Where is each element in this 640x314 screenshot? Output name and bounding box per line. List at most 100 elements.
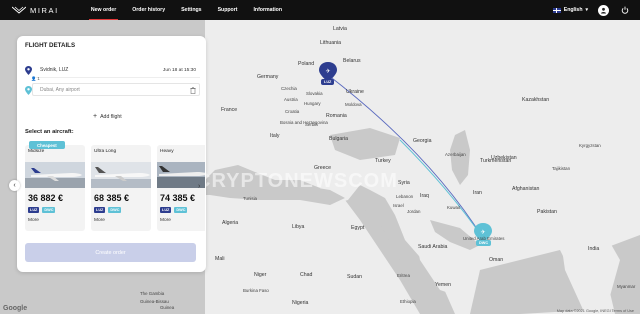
map-label: Tunisia	[243, 196, 257, 201]
nav-settings[interactable]: Settings	[173, 0, 209, 20]
map-footer[interactable]: Map data ©2021 Google, INEGI Terms of Us…	[557, 309, 634, 313]
more-link[interactable]: More	[160, 218, 171, 223]
carousel-next-arrow-icon[interactable]: ›	[198, 183, 200, 190]
map-label: Chad	[300, 272, 313, 278]
passenger-count[interactable]: 👤 1	[31, 76, 40, 82]
plus-icon: +	[93, 113, 98, 120]
aircraft-price: 36 882 €	[28, 193, 64, 203]
map-label: Egypt	[351, 225, 365, 231]
map-label: Azerbaijan	[445, 152, 466, 157]
map-label: Niger	[254, 272, 267, 278]
map-label: Algeria	[222, 220, 239, 226]
map-label: Belarus	[343, 58, 361, 64]
from-tag: LUZ	[28, 207, 40, 213]
jet-image-icon	[91, 162, 151, 188]
map-label: Sudan	[347, 274, 363, 280]
to-tag: DWC	[108, 207, 122, 213]
logout-power-icon[interactable]	[619, 5, 630, 16]
user-avatar-icon[interactable]	[598, 4, 609, 16]
aircraft-carousel: Midsize 36 882 € LUZ DWC More Ultra Long…	[25, 145, 205, 231]
add-flight-button[interactable]: + Add flight	[93, 113, 122, 120]
map-label: France	[221, 107, 238, 113]
map-label: Iran	[473, 190, 482, 196]
to-field[interactable]: Dubai, Any airport	[25, 83, 196, 97]
language-selector[interactable]: English ▾	[552, 7, 588, 13]
more-link[interactable]: More	[28, 218, 39, 223]
aircraft-route-tags: LUZ DWC	[160, 207, 188, 213]
map-label: India	[588, 246, 600, 252]
nav-new-order[interactable]: New order	[83, 0, 124, 20]
map-label: Kazakhstan	[522, 97, 550, 103]
aircraft-price: 74 385 €	[160, 193, 196, 203]
map-label: Afghanistan	[512, 186, 540, 192]
map-label: Poland	[298, 61, 315, 67]
aircraft-card-ultra-long[interactable]: Ultra Long 68 385 € LUZ DWC More	[91, 145, 151, 231]
from-tag: LUZ	[94, 207, 106, 213]
map-label: Lithuania	[320, 40, 342, 46]
map-label: Nigeria	[292, 300, 309, 306]
map-label: The Gambia	[140, 291, 165, 296]
origin-pin-icon	[25, 65, 32, 75]
nav-support[interactable]: Support	[210, 0, 246, 20]
aircraft-card-midsize[interactable]: Midsize 36 882 € LUZ DWC More	[25, 145, 85, 231]
brand-mark-icon	[12, 5, 26, 15]
origin-airport-badge[interactable]: LUZ	[321, 79, 335, 85]
svg-text:✈: ✈	[325, 68, 330, 75]
map-label: Myanmar	[617, 284, 636, 289]
nav-order-history[interactable]: Order history	[124, 0, 173, 20]
map-label: Lebanon	[396, 194, 414, 199]
map-label: Guinea	[160, 305, 175, 310]
flight-details-panel: FLIGHT DETAILS Svidnik, LUZ Jun 18 at 15…	[17, 36, 206, 272]
select-aircraft-title: Select an aircraft:	[25, 129, 74, 135]
map-label: Romania	[326, 113, 347, 119]
aircraft-name: Midsize	[28, 149, 45, 154]
uk-flag-icon	[552, 7, 561, 13]
to-tag: DWC	[42, 207, 56, 213]
map-label: Jordan	[407, 209, 421, 214]
map-label: Germany	[257, 74, 279, 80]
map-label: Turkmenistan	[480, 158, 512, 164]
map-label: Austria	[284, 97, 298, 102]
map-label: Tajikistan	[552, 166, 571, 171]
jet-image-icon	[25, 162, 85, 188]
map-label: Turkey	[375, 158, 391, 164]
create-order-button[interactable]: Create order	[25, 243, 196, 262]
map-label: Yemen	[435, 282, 451, 288]
map-label: Latvia	[333, 26, 347, 32]
map-label: Czechia	[281, 86, 297, 91]
main-nav: New order Order history Settings Support…	[83, 0, 290, 20]
to-tag: DWC	[174, 207, 188, 213]
map-label: Georgia	[413, 138, 432, 144]
map-label: Ethiopia	[400, 299, 416, 304]
from-field-underline	[32, 77, 200, 78]
brand-logo[interactable]: MIRAI	[12, 5, 59, 15]
chevron-down-icon: ▾	[585, 7, 588, 13]
map-label: Italy	[270, 133, 280, 139]
map-label: Croatia	[285, 109, 300, 114]
map-label: Moldova	[345, 102, 362, 107]
map-label: Burkina Faso	[243, 288, 269, 293]
map-label: Israel	[393, 203, 404, 208]
map-label: Syria	[398, 180, 410, 186]
aircraft-route-tags: LUZ DWC	[94, 207, 122, 213]
map-label: Kuwait	[447, 205, 461, 210]
passenger-count-value: 1	[37, 76, 40, 81]
map-label: Oman	[489, 257, 504, 263]
nav-information[interactable]: Information	[245, 0, 290, 20]
carousel-prev-arrow-icon[interactable]: ‹	[9, 180, 20, 191]
map-label: Iraq	[420, 193, 429, 199]
from-field[interactable]: Svidnik, LUZ Jun 18 at 15:30	[25, 63, 196, 77]
aircraft-price: 68 385 €	[94, 193, 130, 203]
map-label: Pakistan	[537, 209, 557, 215]
map-label: Serbia	[305, 122, 318, 127]
departure-date[interactable]: Jun 18 at 15:30	[163, 68, 196, 73]
aircraft-name: Heavy	[160, 149, 174, 154]
map-label: Saudi Arabia	[418, 244, 448, 250]
google-logo: Google	[3, 305, 28, 312]
trash-icon[interactable]	[190, 86, 196, 94]
map-label: United Arab Emirates	[463, 236, 505, 241]
person-icon: 👤	[31, 76, 37, 81]
more-link[interactable]: More	[94, 218, 105, 223]
map-label: Bulgaria	[329, 136, 349, 142]
top-nav-bar: MIRAI New order Order history Settings S…	[0, 0, 640, 20]
